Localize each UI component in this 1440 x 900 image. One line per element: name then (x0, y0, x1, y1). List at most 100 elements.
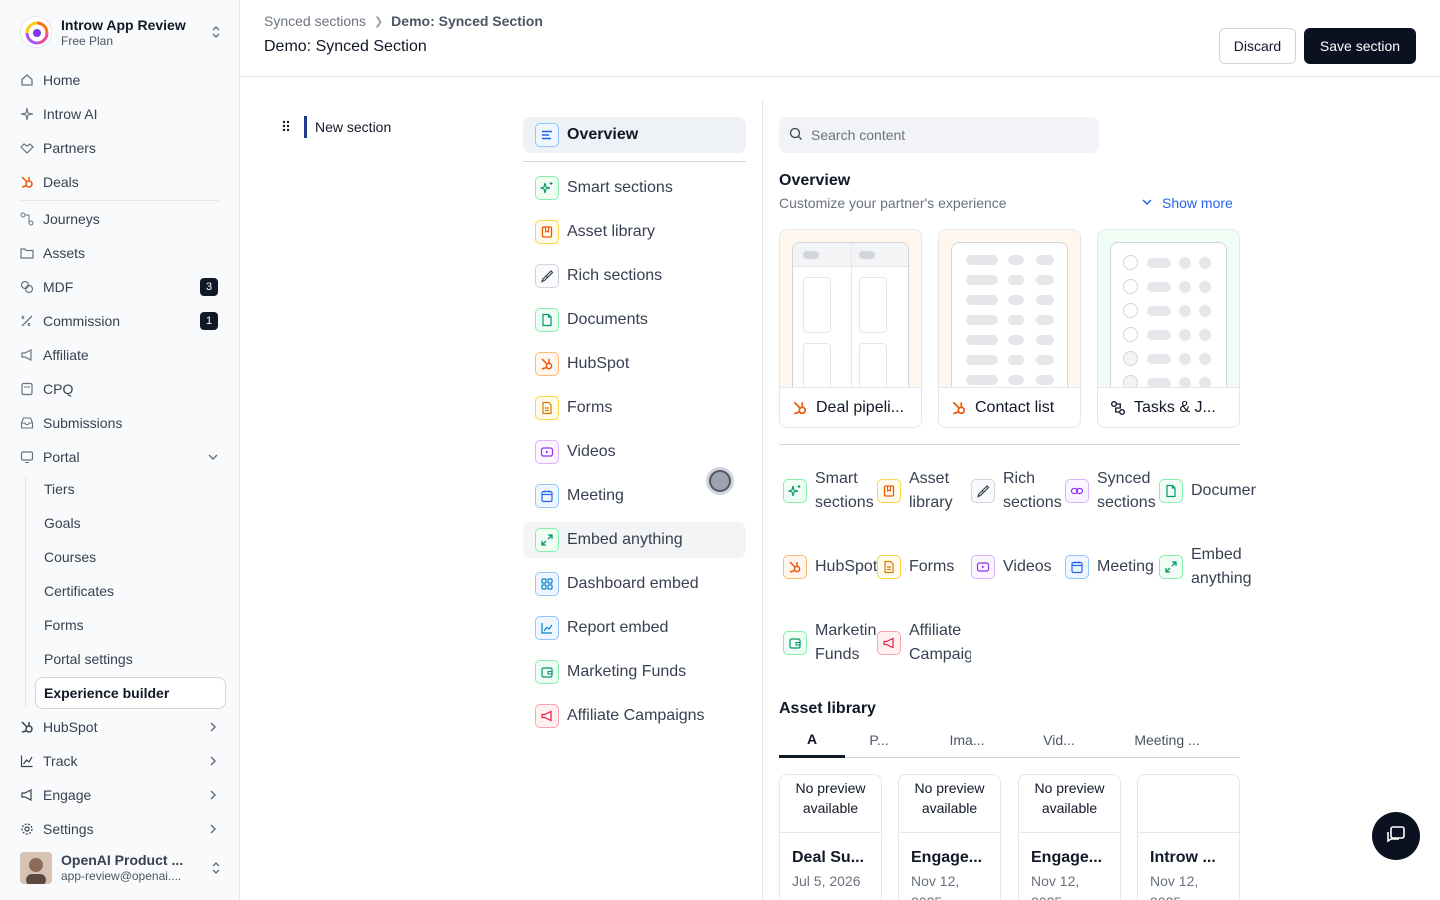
block-rich-sections[interactable]: Rich sections (971, 467, 1065, 515)
search-input[interactable] (811, 127, 1071, 143)
menu-marketing-funds[interactable]: Marketing Funds (523, 654, 746, 690)
link-icon (1065, 479, 1089, 503)
nav-settings[interactable]: Settings (20, 815, 224, 843)
template-card-tasks-journeys[interactable]: Tasks & J... (1097, 229, 1240, 428)
nav-commission[interactable]: Commission 1 (20, 307, 224, 335)
workspace-switcher[interactable]: Introw App Review Free Plan (20, 14, 224, 50)
block-label: Forms (909, 558, 955, 575)
nav-sub-certificates[interactable]: Certificates (44, 577, 224, 605)
asset-tab-videos[interactable]: Vid... (1029, 722, 1089, 758)
nav-introw-ai[interactable]: Introw AI (20, 100, 224, 128)
nav-sub-forms[interactable]: Forms (44, 611, 224, 639)
nav-hubspot[interactable]: HubSpot (20, 713, 224, 741)
chevron-right-icon: ❯ (373, 15, 384, 28)
block-affiliate-campaigns[interactable]: Affiliate Campaigns (877, 619, 971, 667)
asset-card[interactable]: No preview available Deal Su... Jul 5, 2… (779, 774, 882, 900)
asset-card[interactable]: No preview available Engage... Nov 12, 2… (1018, 774, 1121, 900)
block-smart-sections[interactable]: Smart sections (783, 467, 877, 515)
block-label: Embed anything (1191, 546, 1252, 587)
menu-smart-sections[interactable]: Smart sections (523, 170, 746, 206)
block-meeting[interactable]: Meeting (1065, 543, 1159, 591)
nav-submissions[interactable]: Submissions (20, 409, 224, 437)
block-label: HubSpot (815, 558, 877, 575)
nav-sub-experience-builder[interactable]: Experience builder (35, 677, 226, 709)
video-icon (971, 555, 995, 579)
block-marketing-funds[interactable]: Marketing Funds (783, 619, 877, 667)
asset-tab-images[interactable]: Ima... (937, 722, 997, 758)
calendar-icon (535, 484, 559, 508)
nav-journeys[interactable]: Journeys (20, 205, 224, 233)
section-item[interactable]: New section (282, 116, 391, 138)
template-card-contact-list[interactable]: Contact list (938, 229, 1081, 428)
asset-tab-meeting[interactable]: Meeting ... (1125, 722, 1209, 758)
menu-embed-anything[interactable]: Embed anything (523, 522, 746, 558)
menu-hubspot[interactable]: HubSpot (523, 346, 746, 382)
block-videos[interactable]: Videos (971, 543, 1065, 591)
block-embed-anything[interactable]: Embed anything (1159, 543, 1256, 591)
sparkles-icon (535, 176, 559, 200)
nav-sub-portal-settings[interactable]: Portal settings (44, 645, 224, 673)
block-forms[interactable]: Forms (877, 543, 971, 591)
drag-handle-icon[interactable] (282, 119, 292, 136)
breadcrumb-parent[interactable]: Synced sections (264, 13, 366, 29)
menu-videos[interactable]: Videos (523, 434, 746, 470)
asset-card[interactable]: Introw ... Nov 12, 2025 (1137, 774, 1240, 900)
template-preview (780, 230, 921, 387)
nav-deals[interactable]: Deals (20, 168, 224, 196)
nav-partners[interactable]: Partners (20, 134, 224, 162)
menu-overview[interactable]: Overview (523, 117, 746, 153)
video-icon (535, 440, 559, 464)
block-synced-sections[interactable]: Synced sections (1065, 467, 1159, 515)
menu-affiliate-campaigns[interactable]: Affiliate Campaigns (523, 698, 746, 734)
menu-rich-sections[interactable]: Rich sections (523, 258, 746, 294)
nav-sub-tiers[interactable]: Tiers (44, 475, 224, 503)
inbox-icon (20, 416, 34, 430)
nav-label: MDF (43, 279, 74, 295)
block-asset-library[interactable]: Asset library (877, 467, 971, 515)
user-menu[interactable]: OpenAI Product ... app-review@openai.... (20, 852, 224, 884)
template-card-deal-pipeline[interactable]: Deal pipeli... (779, 229, 922, 428)
chat-support-button[interactable] (1372, 812, 1420, 860)
menu-forms[interactable]: Forms (523, 390, 746, 426)
asset-card[interactable]: No preview available Engage... Nov 12, 2… (898, 774, 1001, 900)
asset-title: Introw ... (1150, 849, 1216, 866)
discard-button[interactable]: Discard (1219, 28, 1296, 64)
nav-portal[interactable]: Portal (20, 443, 224, 471)
nav-cpq[interactable]: CPQ (20, 375, 224, 403)
asset-title: Engage... (1031, 849, 1103, 866)
user-name: OpenAI Product ... (61, 852, 184, 868)
megaphone-icon (20, 348, 34, 362)
block-hubspot[interactable]: HubSpot (783, 543, 877, 591)
show-more-button[interactable]: Show more (1142, 195, 1233, 211)
chart-line-icon (20, 754, 34, 768)
asset-title: Deal Su... (792, 849, 865, 866)
nav-label: Home (43, 72, 81, 88)
asset-tab-all[interactable]: A (779, 722, 845, 758)
save-section-button[interactable]: Save section (1304, 28, 1416, 64)
nav-home[interactable]: Home (20, 66, 224, 94)
hubspot-icon (20, 720, 34, 734)
menu-report-embed[interactable]: Report embed (523, 610, 746, 646)
wallet-icon (535, 660, 559, 684)
chevron-down-icon (206, 450, 220, 464)
menu-documents[interactable]: Documents (523, 302, 746, 338)
handshake-icon (20, 141, 34, 155)
menu-dashboard-embed[interactable]: Dashboard embed (523, 566, 746, 602)
nav-engage[interactable]: Engage (20, 781, 224, 809)
search-box[interactable] (779, 117, 1099, 153)
form-icon (535, 396, 559, 420)
nav-mdf[interactable]: MDF 3 (20, 273, 224, 301)
nav-sub-courses[interactable]: Courses (44, 543, 224, 571)
nav-label: Settings (43, 821, 94, 837)
menu-asset-library[interactable]: Asset library (523, 214, 746, 250)
journeys-icon (20, 212, 34, 226)
chevron-up-down-icon (208, 24, 224, 40)
nav-sub-goals[interactable]: Goals (44, 509, 224, 537)
asset-tab-p[interactable]: P... (849, 722, 909, 758)
sparkle-icon (20, 107, 34, 121)
nav-track[interactable]: Track (20, 747, 224, 775)
megaphone-icon (20, 788, 34, 802)
block-documents[interactable]: Documents (1159, 467, 1256, 515)
nav-affiliate[interactable]: Affiliate (20, 341, 224, 369)
nav-assets[interactable]: Assets (20, 239, 224, 267)
